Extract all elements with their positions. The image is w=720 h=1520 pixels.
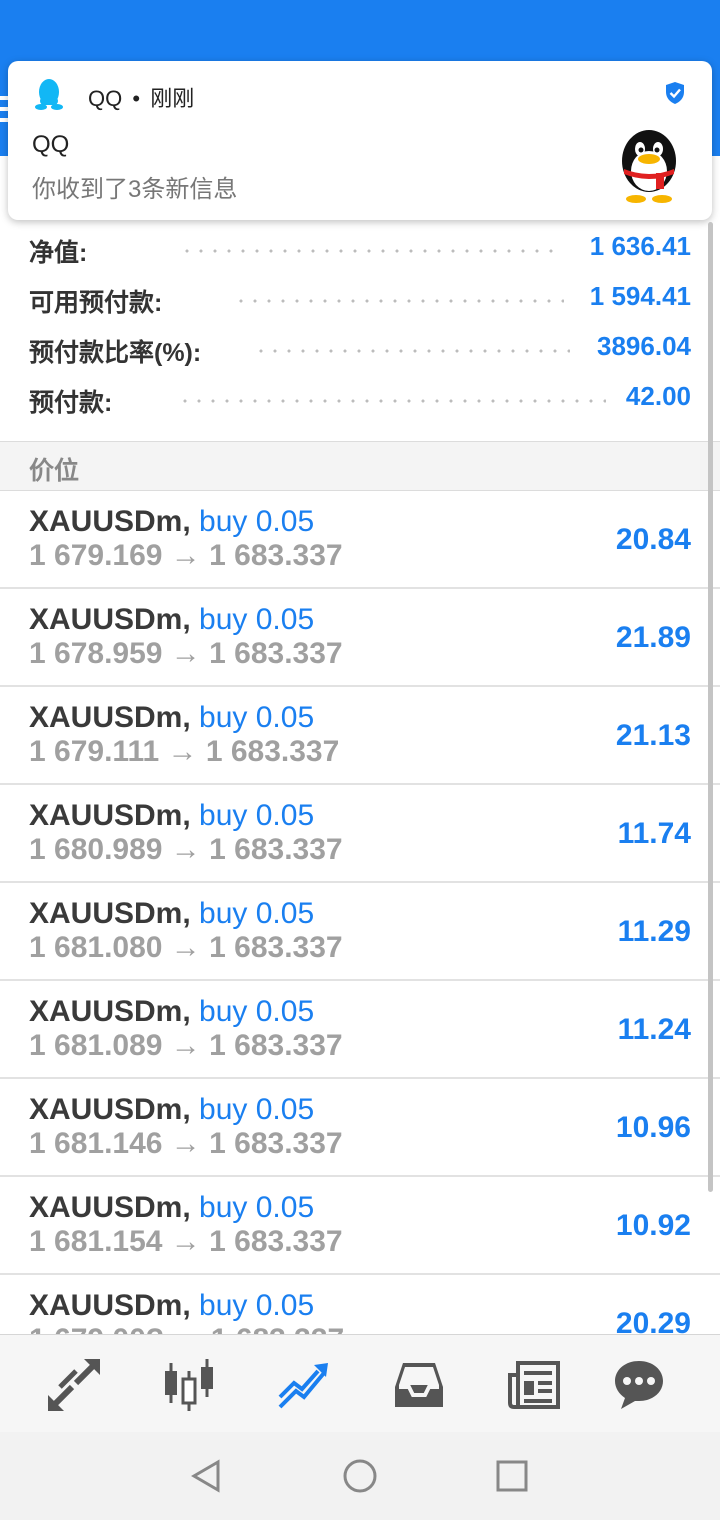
summary-value: 3896.04 bbox=[597, 331, 691, 361]
position-side: buy 0.05 bbox=[199, 1191, 315, 1224]
home-icon[interactable] bbox=[342, 1458, 378, 1494]
tab-messages[interactable] bbox=[611, 1357, 667, 1413]
position-profit: 10.96 bbox=[615, 1111, 691, 1144]
position-side: buy 0.05 bbox=[199, 1093, 315, 1126]
position-row[interactable]: XAUUSDm, buy 0.05 1 678.959 → 1 683.337 … bbox=[0, 589, 720, 687]
position-side: buy 0.05 bbox=[199, 897, 315, 930]
section-label: 价位 bbox=[29, 457, 80, 485]
dotted-leader bbox=[178, 399, 606, 403]
news-icon bbox=[508, 1361, 560, 1409]
history-inbox-icon bbox=[395, 1363, 443, 1407]
position-profit: 20.29 bbox=[615, 1307, 691, 1334]
notification-separator: • bbox=[132, 86, 141, 111]
position-prices: 1 681.089 → 1 683.337 bbox=[29, 1029, 343, 1062]
position-profit: 11.74 bbox=[617, 817, 691, 850]
qq-penguin-icon bbox=[35, 79, 63, 110]
summary-row-margin-level: 预付款比率(%): 3896.04 bbox=[0, 325, 720, 375]
summary-row-margin: 预付款: 42.00 bbox=[0, 375, 720, 425]
position-side: buy 0.05 bbox=[199, 603, 315, 636]
notification-app-name: QQ bbox=[88, 86, 123, 111]
position-symbol: XAUUSDm, bbox=[29, 897, 191, 930]
position-profit: 11.24 bbox=[617, 1013, 691, 1046]
tab-history[interactable] bbox=[391, 1357, 447, 1413]
section-header: 价位 bbox=[0, 441, 720, 491]
notification-title: QQ bbox=[32, 131, 70, 158]
notification-body: 你收到了3条新信息 bbox=[32, 176, 238, 203]
position-side: buy 0.05 bbox=[199, 995, 315, 1028]
summary-value: 1 636.41 bbox=[589, 231, 691, 261]
tab-news[interactable] bbox=[506, 1357, 562, 1413]
position-symbol: XAUUSDm, bbox=[29, 995, 191, 1028]
trade-trend-icon bbox=[278, 1363, 328, 1409]
position-symbol: XAUUSDm, bbox=[29, 1289, 191, 1322]
position-symbol: XAUUSDm, bbox=[29, 1093, 191, 1126]
notification-app-line: QQ • 刚刚 bbox=[88, 81, 194, 113]
qq-notification[interactable]: QQ • 刚刚 QQ 你收到了3条新信息 bbox=[8, 61, 712, 220]
position-side: buy 0.05 bbox=[199, 1289, 315, 1322]
position-side: buy 0.05 bbox=[199, 799, 315, 832]
position-symbol: XAUUSDm, bbox=[29, 799, 191, 832]
summary-label: 可用预付款: bbox=[29, 283, 163, 319]
candlestick-chart-icon bbox=[165, 1359, 213, 1411]
position-symbol: XAUUSDm, bbox=[29, 1191, 191, 1224]
position-prices: 1 678.959 → 1 683.337 bbox=[29, 637, 343, 670]
back-icon[interactable] bbox=[188, 1458, 224, 1494]
position-prices: 1 679.00? → 1 683.337 bbox=[29, 1323, 344, 1334]
scrollbar[interactable] bbox=[708, 222, 713, 1192]
qq-avatar-icon bbox=[622, 130, 676, 203]
account-summary: 净值: 1 636.41 可用预付款: 1 594.41 预付款比率(%): 3… bbox=[0, 225, 720, 425]
tab-quotes[interactable] bbox=[46, 1357, 102, 1413]
verified-shield-icon bbox=[666, 82, 684, 104]
position-prices: 1 679.111 → 1 683.337 bbox=[29, 735, 340, 768]
tab-chart[interactable] bbox=[161, 1357, 217, 1413]
summary-label: 净值: bbox=[29, 233, 88, 269]
position-profit: 10.92 bbox=[615, 1209, 691, 1242]
notification-time: 刚刚 bbox=[150, 86, 195, 111]
position-prices: 1 681.146 → 1 683.337 bbox=[29, 1127, 343, 1160]
position-prices: 1 681.080 → 1 683.337 bbox=[29, 931, 343, 964]
positions-list[interactable]: XAUUSDm, buy 0.05 1 679.169 → 1 683.337 … bbox=[0, 491, 720, 1334]
position-profit: 20.84 bbox=[615, 523, 691, 556]
position-side: buy 0.05 bbox=[199, 701, 315, 734]
position-row[interactable]: XAUUSDm, buy 0.05 1 681.089 → 1 683.337 … bbox=[0, 981, 720, 1079]
quotes-arrows-icon bbox=[48, 1359, 100, 1411]
position-symbol: XAUUSDm, bbox=[29, 603, 191, 636]
dotted-leader bbox=[180, 249, 560, 253]
position-row[interactable]: XAUUSDm, buy 0.05 1 681.080 → 1 683.337 … bbox=[0, 883, 720, 981]
position-side: buy 0.05 bbox=[199, 505, 315, 538]
summary-value: 42.00 bbox=[625, 381, 691, 411]
summary-row-free-margin: 可用预付款: 1 594.41 bbox=[0, 275, 720, 325]
position-profit: 21.89 bbox=[615, 621, 691, 654]
position-row[interactable]: XAUUSDm, buy 0.05 1 681.154 → 1 683.337 … bbox=[0, 1177, 720, 1275]
position-symbol: XAUUSDm, bbox=[29, 505, 191, 538]
dotted-leader bbox=[234, 299, 564, 303]
position-prices: 1 680.989 → 1 683.337 bbox=[29, 833, 343, 866]
summary-label: 预付款比率(%): bbox=[29, 333, 202, 369]
bottom-tab-bar bbox=[0, 1334, 720, 1432]
position-row[interactable]: XAUUSDm, buy 0.05 1 679.169 → 1 683.337 … bbox=[0, 491, 720, 589]
position-row[interactable]: XAUUSDm, buy 0.05 1 680.989 → 1 683.337 … bbox=[0, 785, 720, 883]
position-profit: 21.13 bbox=[615, 719, 691, 752]
position-prices: 1 681.154 → 1 683.337 bbox=[29, 1225, 343, 1258]
dotted-leader bbox=[254, 349, 570, 353]
position-prices: 1 679.169 → 1 683.337 bbox=[29, 539, 343, 572]
system-nav-bar bbox=[0, 1432, 720, 1520]
tab-trade[interactable] bbox=[276, 1357, 332, 1413]
summary-row-equity: 净值: 1 636.41 bbox=[0, 225, 720, 275]
position-row[interactable]: XAUUSDm, buy 0.05 1 681.146 → 1 683.337 … bbox=[0, 1079, 720, 1177]
position-row[interactable]: XAUUSDm, buy 0.05 1 679.00? → 1 683.337 … bbox=[0, 1275, 720, 1334]
position-profit: 11.29 bbox=[617, 915, 691, 948]
position-row[interactable]: XAUUSDm, buy 0.05 1 679.111 → 1 683.337 … bbox=[0, 687, 720, 785]
position-symbol: XAUUSDm, bbox=[29, 701, 191, 734]
recents-icon[interactable] bbox=[494, 1458, 530, 1494]
chat-bubble-icon bbox=[615, 1361, 663, 1409]
summary-label: 预付款: bbox=[29, 383, 113, 419]
summary-value: 1 594.41 bbox=[589, 281, 691, 311]
